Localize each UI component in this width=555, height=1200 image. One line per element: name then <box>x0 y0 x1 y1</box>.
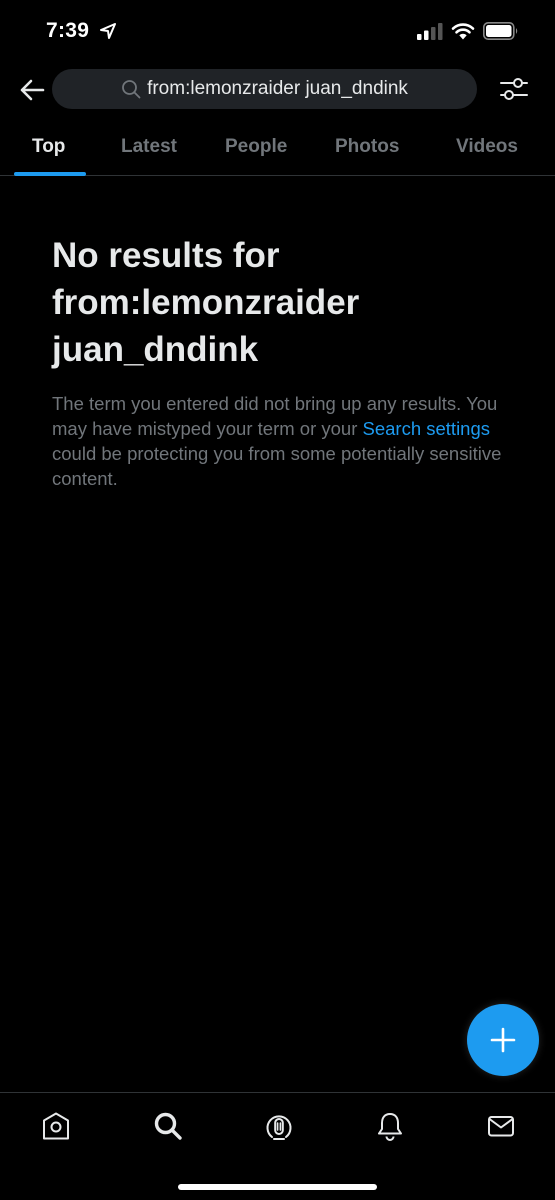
location-arrow-icon <box>100 23 116 39</box>
tab-people[interactable]: People <box>225 136 287 158</box>
search-query: from:lemonzraider juan_dndink <box>147 78 408 99</box>
tab-videos[interactable]: Videos <box>456 136 518 158</box>
battery-icon <box>483 22 518 40</box>
empty-state-text-end: could be protecting you from some potent… <box>52 443 502 489</box>
status-indicators <box>417 22 519 40</box>
compose-button[interactable] <box>467 1004 539 1076</box>
cellular-signal-icon <box>417 23 443 40</box>
bell-icon[interactable] <box>375 1111 405 1141</box>
spaces-icon[interactable] <box>264 1111 294 1141</box>
tab-photos[interactable]: Photos <box>335 136 399 158</box>
search-results-screen: 7:39 from:lemonzraider juan_dndink Top L… <box>0 0 555 1200</box>
sliders-icon[interactable] <box>499 74 529 104</box>
envelope-icon[interactable] <box>486 1111 516 1141</box>
empty-state-body: The term you entered did not bring up an… <box>52 391 502 491</box>
active-tab-indicator <box>14 172 86 176</box>
empty-state-title: No results for from:lemonzraider juan_dn… <box>52 236 360 369</box>
wifi-icon <box>451 23 475 40</box>
tab-top[interactable]: Top <box>32 136 65 158</box>
search-icon <box>121 79 141 99</box>
home-icon[interactable] <box>41 1111 71 1141</box>
search-settings-link[interactable]: Search settings <box>363 418 491 439</box>
search-header: from:lemonzraider juan_dndink <box>0 64 555 114</box>
status-bar: 7:39 <box>0 0 555 64</box>
empty-state: No results for from:lemonzraider juan_dn… <box>52 232 502 491</box>
arrow-left-icon[interactable] <box>18 76 46 104</box>
search-icon[interactable] <box>153 1111 183 1141</box>
search-tabs: Top Latest People Photos Videos <box>0 124 555 176</box>
search-input[interactable]: from:lemonzraider juan_dndink <box>52 69 477 109</box>
home-indicator <box>178 1184 377 1190</box>
plus-icon <box>490 1027 516 1053</box>
status-time: 7:39 <box>46 19 90 42</box>
tab-latest[interactable]: Latest <box>121 136 177 158</box>
